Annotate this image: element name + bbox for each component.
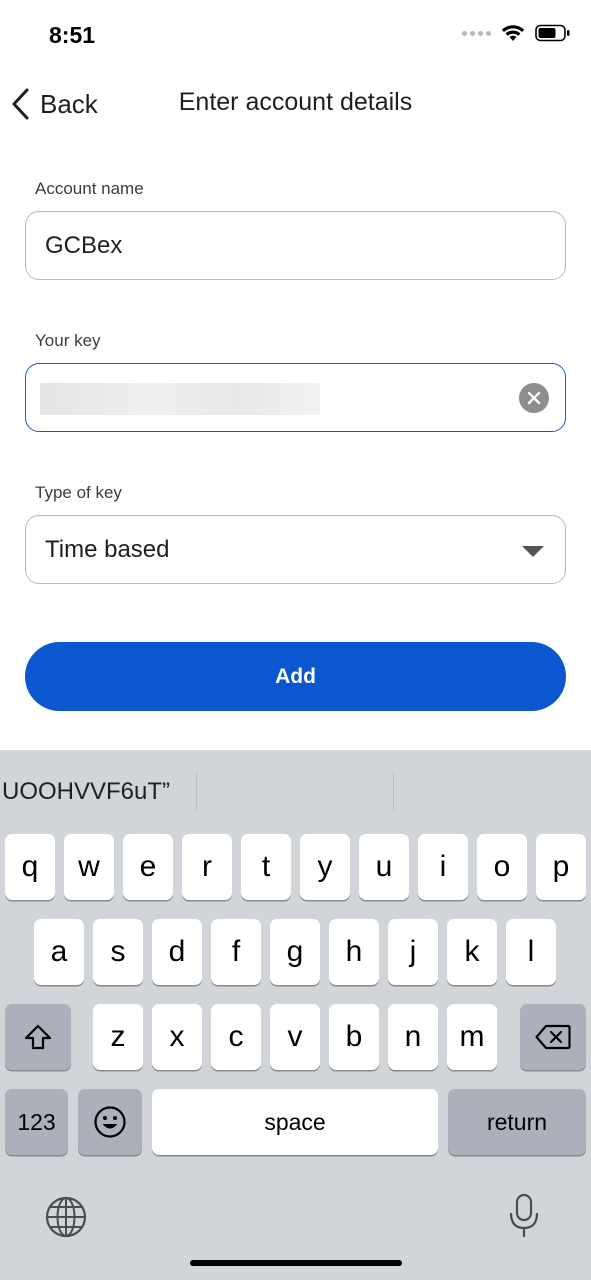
microphone-icon: [509, 1193, 539, 1237]
key-o[interactable]: o: [477, 834, 527, 900]
battery-icon: [535, 24, 570, 42]
account-name-value: GCBex: [45, 231, 123, 259]
clear-key-button[interactable]: [519, 383, 549, 413]
add-button[interactable]: Add: [25, 642, 566, 711]
key-a[interactable]: a: [34, 919, 84, 985]
status-time: 8:51: [49, 22, 96, 48]
account-name-field[interactable]: GCBex: [25, 211, 566, 280]
return-key[interactable]: return: [448, 1089, 586, 1155]
key-c[interactable]: c: [211, 1004, 261, 1070]
account-name-label: Account name: [35, 179, 144, 198]
key-v[interactable]: v: [270, 1004, 320, 1070]
dropdown-arrow-icon: [522, 546, 544, 557]
status-icons: [462, 24, 571, 42]
emoji-key[interactable]: [78, 1089, 142, 1155]
close-icon: [527, 391, 541, 405]
key-q[interactable]: q: [5, 834, 55, 900]
key-f[interactable]: f: [211, 919, 261, 985]
key-b[interactable]: b: [329, 1004, 379, 1070]
globe-icon: [45, 1196, 87, 1238]
numbers-key[interactable]: 123: [5, 1089, 68, 1155]
suggestion-divider: [393, 772, 394, 810]
home-indicator: [190, 1260, 402, 1266]
key-x[interactable]: x: [152, 1004, 202, 1070]
globe-button[interactable]: [44, 1195, 88, 1244]
key-g[interactable]: g: [270, 919, 320, 985]
space-key[interactable]: space: [152, 1089, 438, 1155]
backspace-icon: [535, 1024, 571, 1050]
page-title: Enter account details: [178, 88, 413, 116]
screen: 8:51 Back Enter account details Account …: [0, 0, 591, 1280]
key-label: Your key: [35, 331, 101, 350]
key-n[interactable]: n: [388, 1004, 438, 1070]
key-z[interactable]: z: [93, 1004, 143, 1070]
shift-icon: [24, 1024, 52, 1050]
shift-key[interactable]: [5, 1004, 71, 1070]
key-type-value: Time based: [45, 535, 170, 563]
delete-key[interactable]: [520, 1004, 586, 1070]
key-d[interactable]: d: [152, 919, 202, 985]
key-t[interactable]: t: [241, 834, 291, 900]
key-r[interactable]: r: [182, 834, 232, 900]
key-e[interactable]: e: [123, 834, 173, 900]
key-w[interactable]: w: [64, 834, 114, 900]
cellular-signal-icon: [462, 30, 491, 36]
key-u[interactable]: u: [359, 834, 409, 900]
key-type-select[interactable]: Time based: [25, 515, 566, 584]
redacted-key-value: [40, 383, 320, 415]
key-y[interactable]: y: [300, 834, 350, 900]
emoji-icon: [94, 1106, 126, 1138]
suggestion-bar: UOOHVVF6uT”: [0, 750, 591, 830]
wifi-icon: [501, 25, 525, 41]
key-type-label: Type of key: [35, 483, 122, 502]
key-field[interactable]: [25, 363, 566, 432]
key-l[interactable]: l: [506, 919, 556, 985]
dictation-button[interactable]: [507, 1192, 541, 1245]
keyboard: UOOHVVF6uT” q w e r t y u i o p a s d f …: [0, 750, 591, 1280]
key-m[interactable]: m: [447, 1004, 497, 1070]
suggestion-divider: [196, 772, 197, 810]
key-h[interactable]: h: [329, 919, 379, 985]
key-j[interactable]: j: [388, 919, 438, 985]
key-k[interactable]: k: [447, 919, 497, 985]
key-p[interactable]: p: [536, 834, 586, 900]
key-i[interactable]: i: [418, 834, 468, 900]
key-s[interactable]: s: [93, 919, 143, 985]
suggestion-item[interactable]: UOOHVVF6uT”: [2, 778, 170, 806]
